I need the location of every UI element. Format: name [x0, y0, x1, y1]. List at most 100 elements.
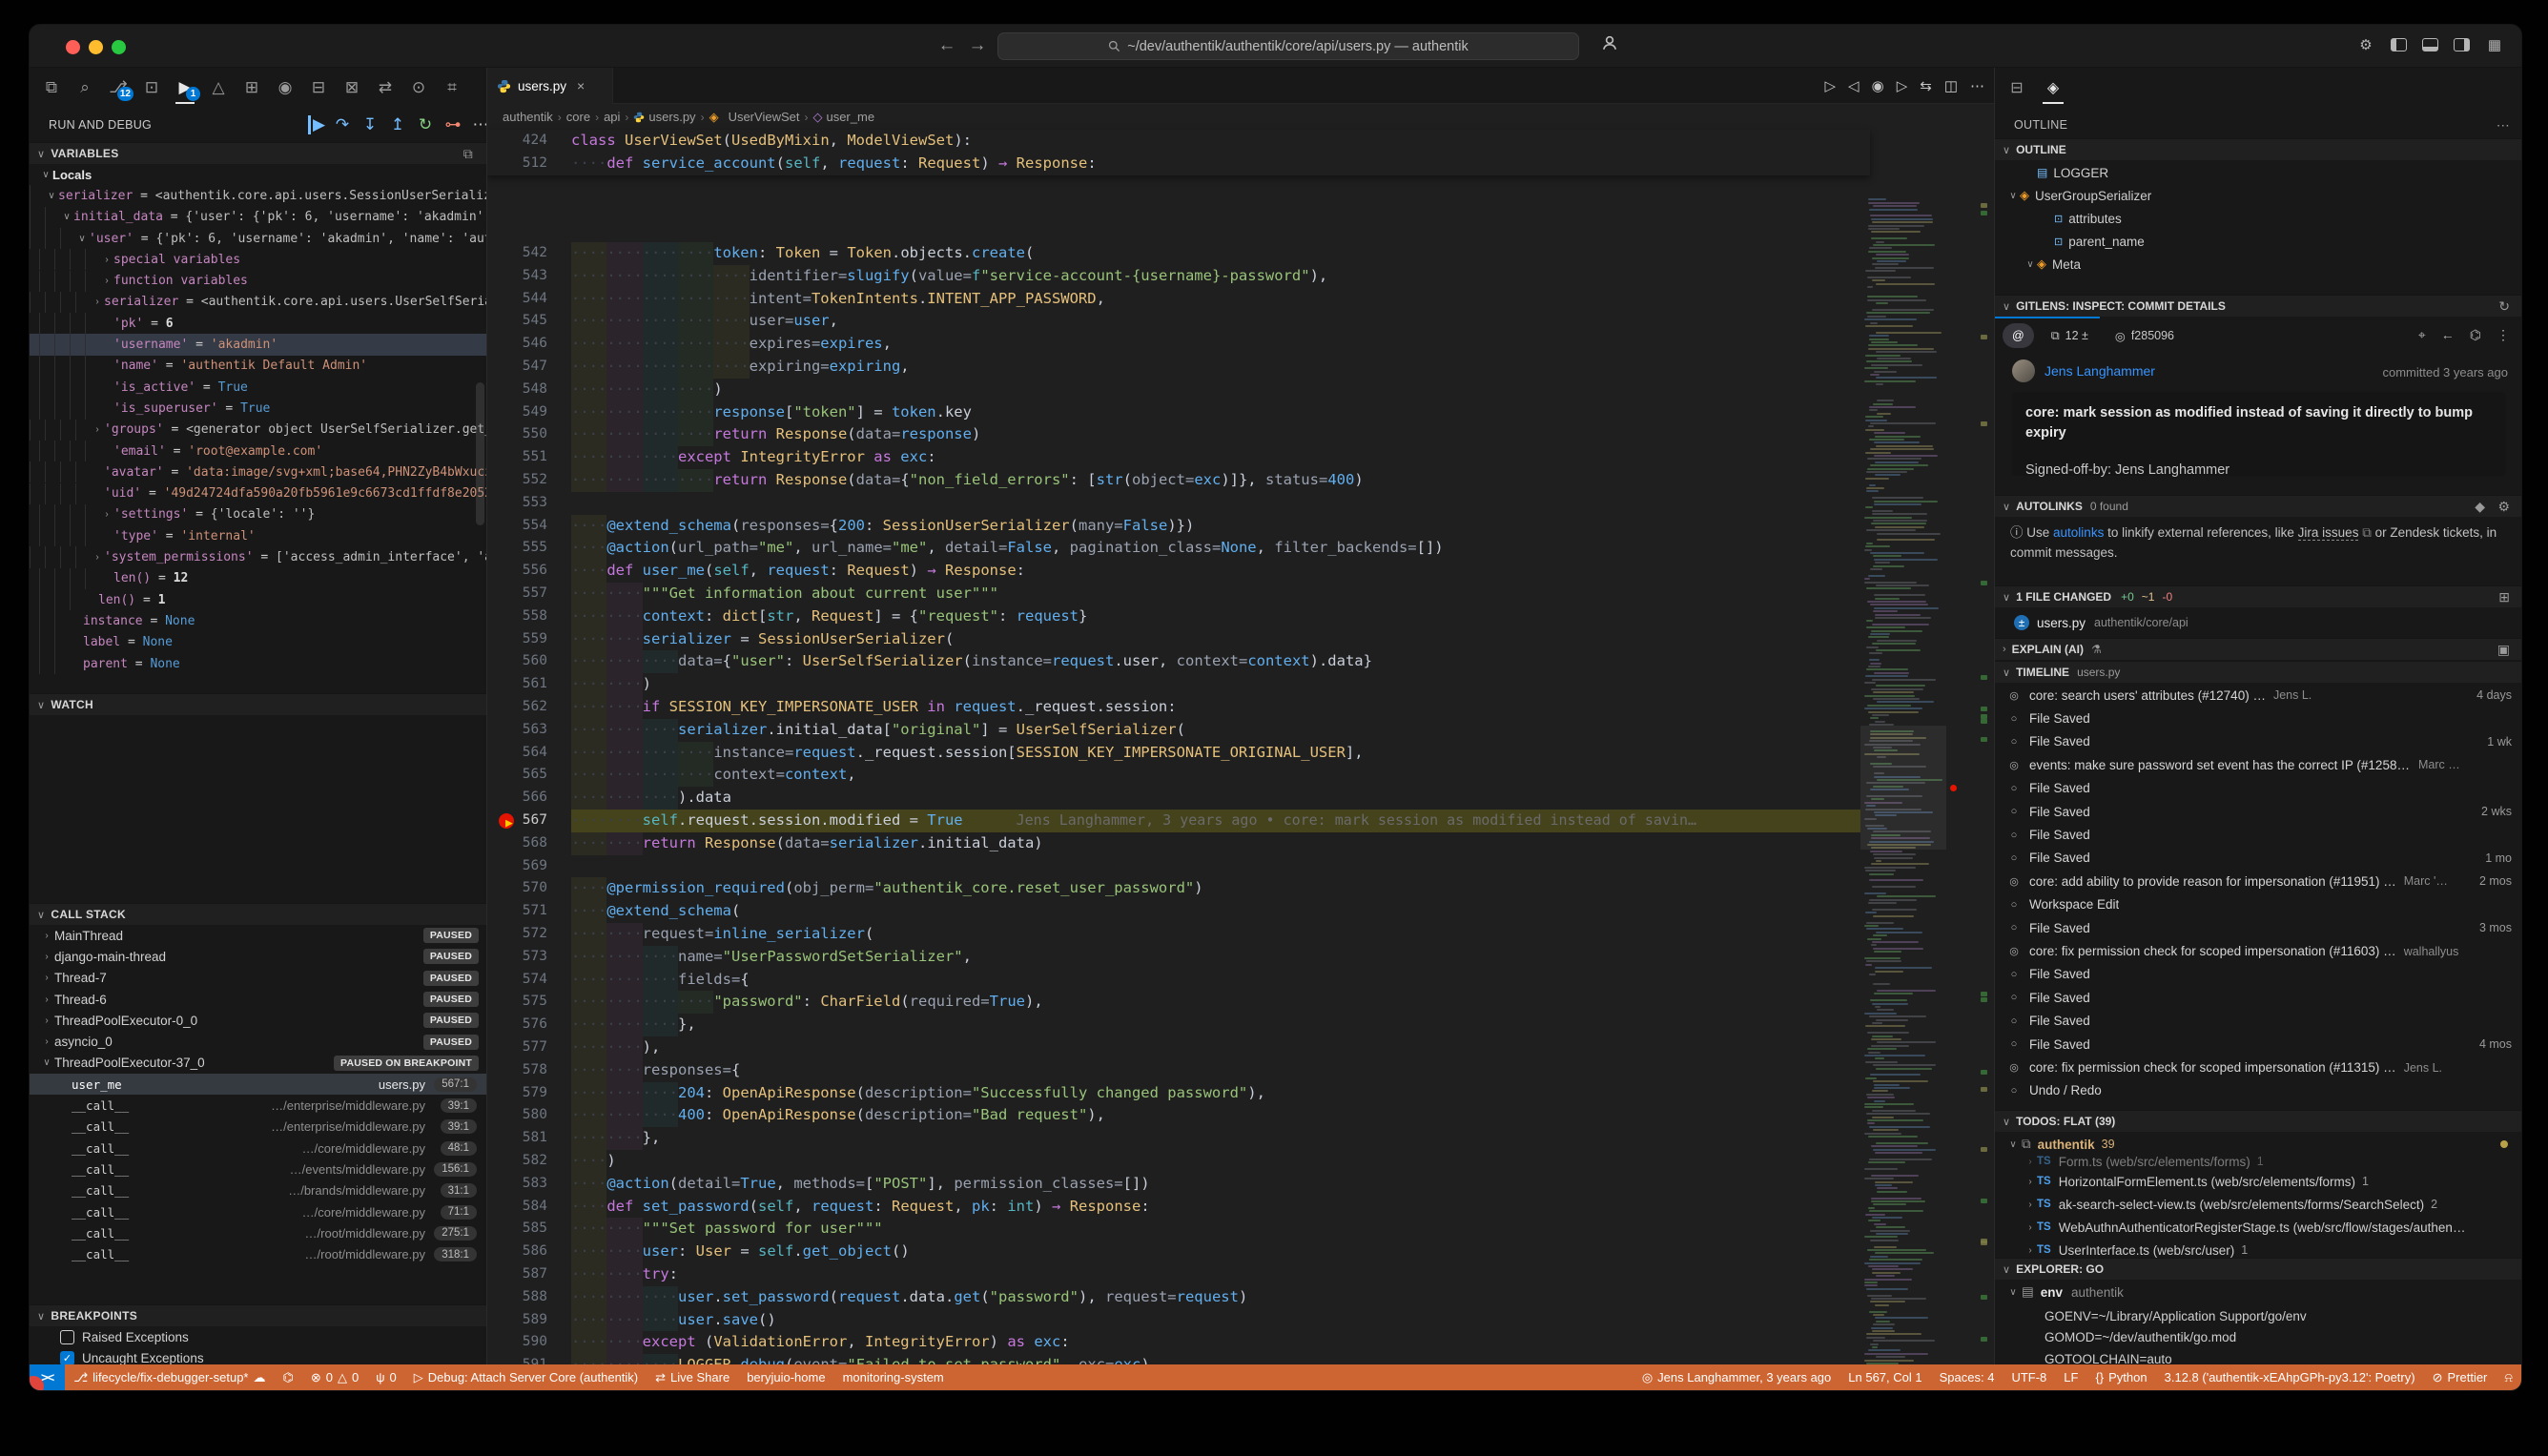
code-line[interactable]: 591············LOGGER.debug(event="Faile… [487, 1354, 1860, 1364]
statusbar-git-blame[interactable]: ◎Jens Langhammer, 3 years ago [1634, 1364, 1839, 1390]
variable-row[interactable]: ›serializer = <authentik.core.api.users.… [30, 292, 486, 313]
statusbar-problems[interactable]: ⊗0△0 [302, 1364, 367, 1390]
timeline-item[interactable]: ◎events: make sure password set event ha… [1995, 753, 2522, 776]
code-line[interactable]: 562········if SESSION_KEY_IMPERSONATE_US… [487, 696, 1860, 719]
test-explorer-icon[interactable]: ⊠ [339, 73, 364, 102]
outline-item[interactable]: ⊡parent_name [1995, 230, 2522, 253]
sidebar-scrollbar[interactable] [476, 382, 484, 525]
history-forward-button[interactable]: → [966, 35, 989, 56]
source-control-icon[interactable]: ⎇12 [106, 73, 131, 102]
more-actions-icon[interactable]: ⋯ [2497, 117, 2510, 133]
changed-file-row[interactable]: ± users.py authentik/core/api [1995, 611, 2522, 634]
variable-row[interactable]: ›special variables [30, 249, 486, 270]
expand-arrow-icon[interactable]: › [100, 276, 113, 286]
commit-details-tab[interactable]: @ [2003, 323, 2034, 348]
statusbar-eol[interactable]: LF [2055, 1364, 2086, 1390]
jira-link[interactable]: Jira issues [2298, 525, 2359, 541]
outline-item[interactable]: ▤LOGGER [1995, 161, 2522, 184]
stack-frame-row[interactable]: __call__…/root/middleware.py318:1 [30, 1244, 486, 1265]
thread-row[interactable]: ›ThreadPoolExecutor-0_0PAUSED [30, 1010, 486, 1031]
code-line[interactable]: 578········responses={ [487, 1059, 1860, 1082]
code-line[interactable]: 558········context: dict[str, Request] =… [487, 605, 1860, 628]
expand-arrow-icon[interactable]: › [39, 995, 54, 1005]
code-line[interactable]: 588············user.set_password(request… [487, 1286, 1860, 1309]
timeline-item[interactable]: ○File Saved [1995, 963, 2522, 986]
step-into-icon[interactable]: ↧ [360, 115, 380, 134]
restart-icon[interactable]: ↻ [416, 115, 435, 134]
variable-row[interactable]: 'name' = 'authentik Default Admin' [30, 356, 486, 377]
todo-file-row[interactable]: ›TSHorizontalFormElement.ts (web/src/ele… [1995, 1170, 2522, 1193]
commit-author-link[interactable]: Jens Langhammer [2045, 363, 2155, 379]
statusbar-ports[interactable]: ψ0 [367, 1364, 405, 1390]
variable-row[interactable]: instance = None [30, 610, 486, 631]
more-actions-icon[interactable]: ⋯ [471, 115, 487, 134]
variable-row[interactable]: 'username' = 'akadmin' [30, 334, 486, 355]
outline-item[interactable]: ⊡attributes [1995, 207, 2522, 230]
minimize-window-button[interactable] [89, 40, 103, 54]
variable-row[interactable]: ›'settings' = {'locale': ''} [30, 504, 486, 525]
code-area[interactable]: 542················token: Token = Token.… [487, 130, 1994, 1364]
timeline-item[interactable]: ○Undo / Redo [1995, 1079, 2522, 1102]
code-line[interactable]: 587········try: [487, 1263, 1860, 1286]
statusbar-encoding[interactable]: UTF-8 [2003, 1364, 2055, 1390]
breadcrumb[interactable]: authentik›core›api›users.py›◈UserViewSet… [487, 104, 1994, 130]
account-menu-icon[interactable] [1601, 34, 1618, 56]
variable-row[interactable]: 'email' = 'root@example.com' [30, 441, 486, 461]
statusbar-indentation[interactable]: Spaces: 4 [1931, 1364, 2003, 1390]
toggle-sidebar-left-icon[interactable] [2391, 38, 2407, 51]
code-line[interactable]: 575················"password": CharField… [487, 991, 1860, 1014]
variable-row[interactable]: ∨Locals [30, 164, 486, 185]
search-icon[interactable]: ⌕ [72, 73, 97, 102]
github-pull-requests-icon[interactable]: ⊟ [306, 73, 331, 102]
timeline-section-header[interactable]: ∨TIMELINE users.py [1995, 661, 2522, 683]
expand-arrow-icon[interactable]: › [39, 952, 54, 962]
expand-arrow-icon[interactable]: › [91, 552, 104, 563]
statusbar-workspace-beryjuio-home[interactable]: beryjuio-home [738, 1364, 833, 1390]
disconnect-icon[interactable]: ⊶ [443, 115, 462, 134]
statusbar-git-branch[interactable]: ⎇lifecycle/fix-debugger-setup*☁ [65, 1364, 274, 1390]
todos-root-row[interactable]: ∨ ⧉ authentik 39 [1995, 1133, 2522, 1156]
breakpoint-checkbox[interactable]: ✓ [60, 1351, 74, 1364]
variable-row[interactable]: ∨'user' = {'pk': 6, 'username': 'akadmin… [30, 228, 486, 249]
code-line[interactable]: 544····················intent=TokenInten… [487, 288, 1860, 311]
code-line[interactable]: 572········request=inline_serializer( [487, 923, 1860, 946]
thread-row[interactable]: ›Thread-7PAUSED [30, 968, 486, 989]
breakpoint-checkbox[interactable] [60, 1330, 74, 1344]
code-line[interactable]: 560············data={"user": UserSelfSer… [487, 650, 1860, 673]
statusbar-prettier[interactable]: ⊘Prettier [2424, 1364, 2497, 1390]
expand-arrow-icon[interactable]: › [100, 509, 113, 520]
back-icon[interactable]: ← [2441, 327, 2455, 343]
outline-section-header[interactable]: ∨OUTLINE [1995, 138, 2522, 160]
expand-arrow-icon[interactable]: ∨ [60, 212, 73, 222]
outline-item[interactable]: ∨◈Meta [1995, 253, 2522, 276]
code-line[interactable]: 589············user.save() [487, 1309, 1860, 1332]
overview-ruler[interactable] [1948, 192, 1990, 1364]
code-line[interactable]: 564················instance=request._req… [487, 742, 1860, 765]
code-line[interactable]: 554····@extend_schema(responses={200: Se… [487, 515, 1860, 538]
command-center[interactable]: ~/dev/authentik/authentik/core/api/users… [997, 32, 1579, 60]
variable-row[interactable]: ›'groups' = <generator object UserSelfSe… [30, 420, 486, 441]
variable-row[interactable]: ∨initial_data = {'user': {'pk': 6, 'user… [30, 207, 486, 228]
timeline-item[interactable]: ◎core: search users' attributes (#12740)… [1995, 684, 2522, 707]
pin-icon[interactable]: ⌖ [2418, 327, 2426, 343]
open-changes-icon[interactable]: ⇆ [1920, 77, 1932, 94]
explorer-go-section-header[interactable]: ∨EXPLORER: GO [1995, 1258, 2522, 1280]
code-line[interactable]: 590········except (ValidationError, Inte… [487, 1331, 1860, 1354]
code-line[interactable]: 568········return Response(data=serializ… [487, 832, 1860, 855]
expand-arrow-icon[interactable]: ∨ [39, 170, 52, 180]
todo-file-row[interactable]: ›TSWebAuthnAuthenticatorRegisterStage.ts… [1995, 1216, 2522, 1239]
code-line[interactable]: 582····) [487, 1150, 1860, 1173]
breakpoints-section-header[interactable]: ∨BREAKPOINTS [30, 1304, 486, 1326]
code-line[interactable]: 570····@permission_required(obj_perm="au… [487, 877, 1860, 900]
sticky-scroll[interactable]: 424class UserViewSet(UsedByMixin, ModelV… [487, 130, 1870, 175]
code-line[interactable]: 553 [487, 492, 1860, 515]
code-line[interactable]: 559········serializer = SessionUserSeria… [487, 628, 1860, 651]
remote-explorer-icon[interactable]: ⊡ [139, 73, 164, 102]
timeline-item[interactable]: ○File Saved1 mo [1995, 847, 2522, 870]
settings-gear-icon[interactable]: ⚙ [2356, 35, 2375, 54]
code-line[interactable]: 545····················user=user, [487, 310, 1860, 333]
go-env-row[interactable]: ∨ ▤ env authentik [1995, 1281, 2522, 1303]
expand-arrow-icon[interactable]: › [39, 1036, 54, 1047]
todo-file-row[interactable]: ›TSak-search-select-view.ts (web/src/ele… [1995, 1193, 2522, 1216]
code-line[interactable]: 586········user: User = self.get_object(… [487, 1241, 1860, 1263]
